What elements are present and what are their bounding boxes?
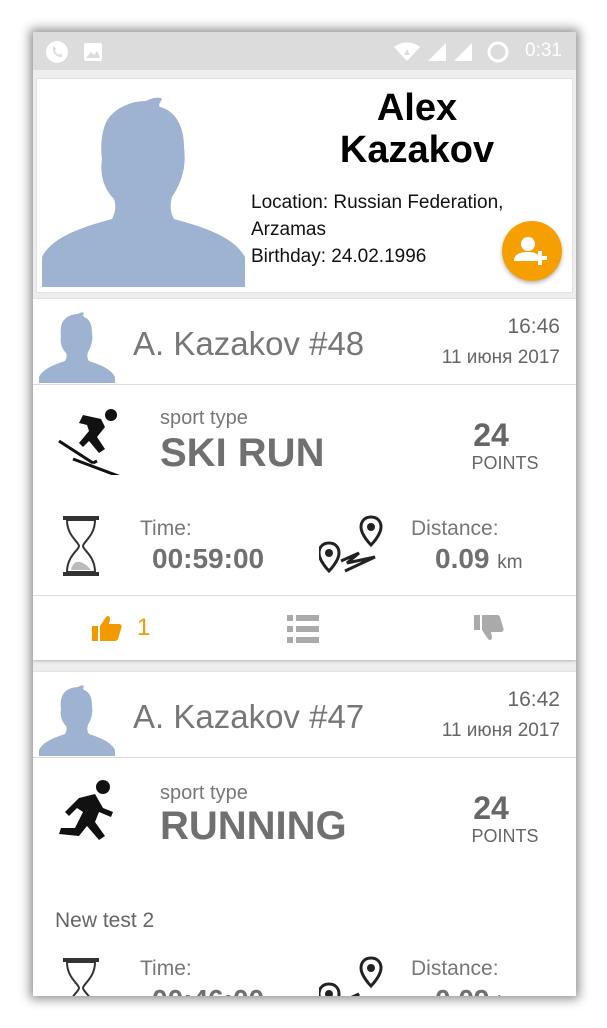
sport-type-value: SKI RUN bbox=[160, 431, 325, 475]
activity-description: New test 2 bbox=[55, 909, 155, 932]
time-value: 00:59:00 bbox=[152, 543, 265, 574]
distance-number: 0.09 bbox=[435, 543, 490, 574]
points-value: 24 bbox=[473, 417, 509, 453]
wifi-icon bbox=[394, 42, 420, 61]
list-icon[interactable] bbox=[287, 615, 319, 643]
thumbs-down-icon[interactable] bbox=[473, 614, 505, 642]
skier-icon bbox=[58, 409, 120, 475]
activity-card[interactable]: A. Kazakov #48 16:46 11 июня 2017 sport … bbox=[33, 299, 576, 660]
avatar-icon bbox=[39, 685, 115, 756]
distance-value: 0.09 km bbox=[435, 984, 523, 996]
like-count: 1 bbox=[137, 614, 151, 641]
signal-icon bbox=[428, 43, 446, 61]
distance-label: Distance: bbox=[411, 517, 499, 540]
phone-screen: 0:31 Alex Kazakov Location: Russian Fede… bbox=[33, 32, 576, 996]
add-user-icon bbox=[514, 237, 547, 265]
status-bar: 0:31 bbox=[33, 32, 576, 70]
time-label: Time: bbox=[140, 517, 192, 540]
card-title: A. Kazakov #48 bbox=[133, 325, 365, 362]
card-date: 11 июня 2017 bbox=[441, 347, 560, 368]
distance-value: 0.09 km bbox=[435, 543, 523, 575]
runner-icon bbox=[59, 780, 113, 840]
card-actions: 1 bbox=[33, 595, 576, 659]
phone-icon bbox=[46, 41, 68, 63]
profile-card: Alex Kazakov Location: Russian Federatio… bbox=[36, 78, 573, 293]
hourglass-icon bbox=[63, 958, 99, 996]
route-icon bbox=[319, 956, 383, 996]
signal-icon bbox=[454, 43, 472, 61]
distance-unit: km bbox=[497, 552, 523, 573]
sport-type-label: sport type bbox=[160, 407, 248, 429]
distance-label: Distance: bbox=[411, 957, 499, 980]
hourglass-icon bbox=[63, 516, 99, 576]
card-date: 11 июня 2017 bbox=[441, 720, 560, 741]
loading-icon bbox=[487, 41, 509, 63]
sport-type-label: sport type bbox=[160, 782, 248, 804]
card-time: 16:42 bbox=[507, 688, 560, 711]
distance-number: 0.09 bbox=[435, 984, 490, 996]
profile-last-name: Kazakov bbox=[339, 129, 495, 171]
add-friend-button[interactable] bbox=[502, 221, 562, 281]
route-icon bbox=[319, 515, 383, 574]
card-time: 16:46 bbox=[507, 315, 560, 338]
points-label: POINTS bbox=[471, 826, 539, 846]
card-header: A. Kazakov #48 16:46 11 июня 2017 bbox=[33, 299, 576, 385]
status-time: 0:31 bbox=[525, 40, 562, 61]
time-label: Time: bbox=[140, 957, 192, 980]
image-icon bbox=[84, 43, 102, 61]
card-header: A. Kazakov #47 16:42 11 июня 2017 bbox=[33, 672, 576, 758]
profile-name: Alex Kazakov bbox=[297, 87, 537, 171]
points-label: POINTS bbox=[471, 453, 539, 473]
profile-location-line1: Location: Russian Federation, bbox=[251, 192, 504, 213]
sport-type-value: RUNNING bbox=[160, 804, 347, 848]
activity-card[interactable]: A. Kazakov #47 16:42 11 июня 2017 sport … bbox=[33, 672, 576, 996]
time-value: 00:46:00 bbox=[152, 984, 264, 996]
avatar-icon bbox=[39, 312, 115, 383]
points-value: 24 bbox=[473, 790, 509, 826]
profile-photo-placeholder-icon bbox=[42, 97, 245, 287]
card-title: A. Kazakov #47 bbox=[133, 698, 365, 735]
distance-unit: km bbox=[497, 993, 522, 996]
profile-first-name: Alex bbox=[376, 87, 458, 129]
thumbs-up-icon[interactable] bbox=[91, 614, 123, 642]
